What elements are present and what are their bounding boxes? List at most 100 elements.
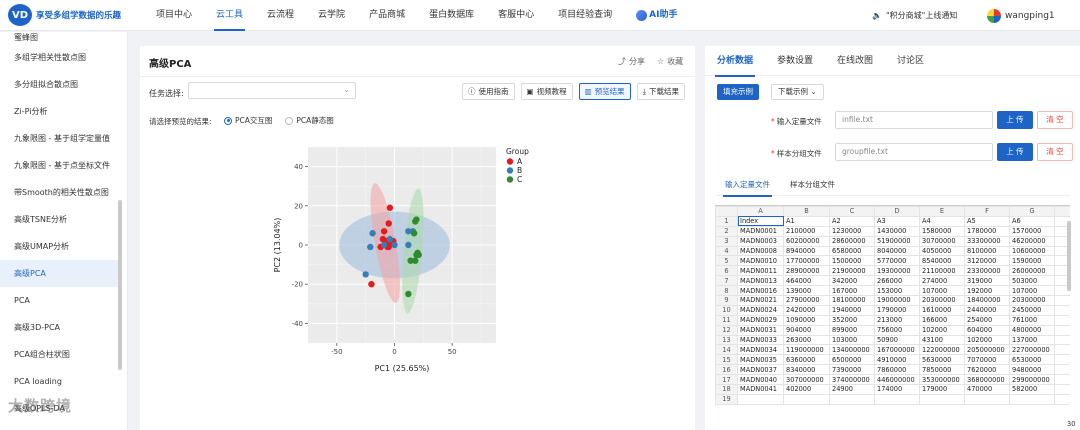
download-button[interactable]: ⤓ 下载结果 [636, 83, 686, 100]
row-number[interactable]: 7 [715, 275, 738, 287]
table-cell[interactable]: 205000000 [964, 344, 1010, 356]
table-cell[interactable]: 3120000 [964, 255, 1010, 267]
notice-link[interactable]: 🔈 "积分商城"上线通知 [872, 0, 957, 31]
quant-file-field[interactable]: infile.txt [835, 111, 993, 129]
tab-online-edit[interactable]: 在线改图 [825, 46, 885, 76]
column-letter[interactable]: B [783, 206, 830, 217]
table-cell[interactable]: 30700000 [919, 235, 965, 247]
table-cell[interactable]: 464000 [783, 275, 830, 287]
column-letter[interactable]: F [964, 206, 1010, 217]
table-cell[interactable]: 1610000 [919, 304, 965, 316]
table-cell[interactable]: 1940000 [829, 304, 875, 316]
table-cell[interactable]: 1090000 [783, 314, 830, 326]
table-cell[interactable]: 7620000 [964, 364, 1010, 376]
table-cell[interactable]: MADN0041 [737, 384, 784, 395]
row-number[interactable]: 17 [715, 374, 738, 386]
table-cell[interactable]: MADN0024 [737, 304, 784, 316]
table-cell[interactable]: 7390000 [829, 364, 875, 376]
table-cell[interactable]: 756000 [874, 324, 920, 336]
table-cell[interactable]: 899000 [829, 324, 875, 336]
table-cell[interactable]: 5630000 [919, 354, 965, 366]
table-cell[interactable]: 1790000 [874, 304, 920, 316]
table-cell[interactable]: 2450000 [1009, 304, 1055, 316]
table-cell[interactable]: MADN0008 [737, 245, 784, 257]
subtab-group-file[interactable]: 样本分组文件 [780, 174, 845, 196]
table-cell[interactable]: MADN0003 [737, 235, 784, 247]
table-cell[interactable]: MADN0037 [737, 364, 784, 376]
table-cell[interactable]: 137000 [1009, 334, 1055, 346]
table-cell[interactable]: 254000 [964, 314, 1010, 326]
table-cell[interactable]: 167000000 [874, 344, 920, 356]
favorite-button[interactable]: ☆ 收藏 [657, 56, 683, 67]
table-cell[interactable]: MADN0031 [737, 324, 784, 336]
table-cell[interactable]: 5770000 [874, 255, 920, 267]
table-cell[interactable]: A5 [964, 215, 1010, 227]
table-cell[interactable]: 51900000 [874, 235, 920, 247]
group-upload-button[interactable]: 上 传 [997, 143, 1033, 161]
table-cell[interactable]: Index [737, 215, 784, 227]
table-cell[interactable]: 8100000 [964, 245, 1010, 257]
table-cell[interactable]: 20300000 [919, 295, 965, 306]
table-cell[interactable]: 213000 [874, 314, 920, 326]
table-cell[interactable]: 122000000 [919, 344, 965, 356]
table-cell[interactable]: 2420000 [783, 304, 830, 316]
table-cell[interactable] [829, 393, 875, 405]
table-cell[interactable]: 266000 [874, 275, 920, 287]
row-number[interactable]: 14 [715, 344, 738, 356]
table-cell[interactable]: 374000000 [829, 374, 875, 386]
table-cell[interactable]: 904000 [783, 324, 830, 336]
radio-pca-interactive[interactable]: PCA交互图 [224, 115, 272, 126]
nav-item-cloud-tools[interactable]: 云工具 [204, 0, 255, 31]
table-cell[interactable]: MADN0040 [737, 374, 784, 386]
radio-pca-static[interactable]: PCA静态图 [285, 115, 334, 126]
sidebar-item-nine-quadrant-quant[interactable]: 九象限图 - 基于组学定量值 [0, 125, 114, 152]
table-cell[interactable] [919, 393, 965, 405]
table-cell[interactable]: 1430000 [874, 225, 920, 237]
table-cell[interactable]: 1570000 [1009, 225, 1055, 237]
sidebar-item-smooth-scatter[interactable]: 带Smooth的相关性散点图 [0, 179, 114, 206]
table-cell[interactable]: 18100000 [829, 295, 875, 306]
table-cell[interactable]: 342000 [829, 275, 875, 287]
table-cell[interactable]: 134000000 [829, 344, 875, 356]
nav-item-protein-db[interactable]: 蛋白数据库 [417, 0, 486, 31]
table-cell[interactable]: 26000000 [1009, 265, 1055, 277]
table-cell[interactable]: 319000 [964, 275, 1010, 287]
sidebar-item-nine-quadrant-coord[interactable]: 九象限图 - 基于点坐标文件 [0, 152, 114, 179]
column-letter[interactable]: A [737, 206, 784, 217]
table-cell[interactable]: 4910000 [874, 354, 920, 366]
row-number[interactable]: 4 [715, 245, 738, 257]
table-cell[interactable]: 102000 [964, 334, 1010, 346]
table-cell[interactable]: 1590000 [1009, 255, 1055, 267]
table-cell[interactable]: 119000000 [783, 344, 830, 356]
table-cell[interactable]: MADN0001 [737, 225, 784, 237]
table-cell[interactable]: 470000 [964, 384, 1010, 395]
table-cell[interactable]: A4 [919, 215, 965, 227]
table-cell[interactable]: 1500000 [829, 255, 875, 267]
table-cell[interactable]: A2 [829, 215, 875, 227]
table-cell[interactable]: 102000 [919, 324, 965, 336]
table-cell[interactable]: 1580000 [919, 225, 965, 237]
table-cell[interactable]: MADN0033 [737, 334, 784, 346]
table-cell[interactable]: 24900 [829, 384, 875, 395]
ai-assistant-link[interactable]: AI助手 [624, 0, 689, 31]
table-cell[interactable]: 46200000 [1009, 235, 1055, 247]
sidebar-item-advanced-pca[interactable]: 高级PCA [0, 260, 118, 287]
table-cell[interactable]: 503000 [1009, 275, 1055, 287]
table-cell[interactable] [783, 393, 830, 405]
table-cell[interactable]: 1780000 [964, 225, 1010, 237]
row-number[interactable]: 6 [715, 265, 738, 277]
table-cell[interactable]: 446000000 [874, 374, 920, 386]
quant-clear-button[interactable]: 清 空 [1037, 111, 1073, 129]
sidebar-item-multigroup-fit[interactable]: 多分组拟合散点图 [0, 71, 114, 98]
table-cell[interactable]: MADN0034 [737, 344, 784, 356]
row-number[interactable]: 11 [715, 314, 738, 326]
table-cell[interactable]: 174000 [874, 384, 920, 395]
sidebar-item-3d-pca[interactable]: 高级3D-PCA [0, 314, 114, 341]
sidebar-item-tsne[interactable]: 高级TSNE分析 [0, 206, 114, 233]
table-cell[interactable]: 604000 [964, 324, 1010, 336]
sidebar-item-bee[interactable]: 蜜蜂图 [0, 32, 114, 44]
table-cell[interactable]: 139000 [783, 285, 830, 297]
table-cell[interactable]: 352000 [829, 314, 875, 326]
task-select[interactable]: ⌄ [188, 82, 356, 99]
sidebar-item-pca-loading[interactable]: PCA loading [0, 368, 114, 395]
